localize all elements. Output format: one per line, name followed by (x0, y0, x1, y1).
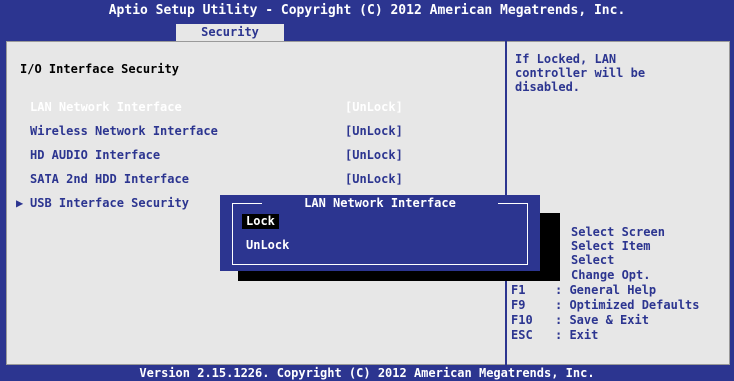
version-footer: Version 2.15.1226. Copyright (C) 2012 Am… (0, 365, 734, 381)
key-esc: ESC (511, 328, 533, 342)
option-lock[interactable]: Lock (242, 214, 279, 229)
key-f9: F9 (511, 298, 526, 312)
key-f1: F1 (511, 283, 526, 297)
help-line: controller will be (515, 66, 646, 80)
key-help-select-item: Select Item (571, 239, 651, 253)
popup-title: LAN Network Interface (262, 195, 498, 211)
key-f10: F10 (511, 313, 533, 327)
sata-2nd-hdd-interface-value[interactable]: [UnLock] (345, 172, 403, 187)
hd-audio-interface-value[interactable]: [UnLock] (345, 148, 403, 163)
wireless-interface-value[interactable]: [UnLock] (345, 124, 403, 139)
lan-interface-label[interactable]: LAN Network Interface (30, 100, 182, 115)
window-title: Aptio Setup Utility - Copyright (C) 2012… (108, 3, 626, 18)
key-help-select-screen: Select Screen (571, 225, 665, 239)
key-help-select: Select (571, 253, 615, 267)
help-line: If Locked, LAN (515, 52, 617, 66)
popup-border (232, 203, 528, 265)
submenu-arrow-icon: ▶ (16, 196, 24, 210)
lan-interface-value[interactable]: [UnLock] (345, 100, 403, 115)
key-help-exit: : Exit (555, 328, 599, 342)
popup-border-left-top (232, 203, 262, 204)
help-line: disabled. (515, 80, 581, 94)
section-title: I/O Interface Security (20, 62, 179, 76)
key-help-general-help: : General Help (555, 283, 657, 297)
sata-2nd-hdd-interface-label[interactable]: SATA 2nd HDD Interface (30, 172, 189, 187)
wireless-interface-label[interactable]: Wireless Network Interface (30, 124, 218, 139)
popup-border-right-top (498, 203, 528, 204)
tab-security[interactable]: Security (176, 24, 284, 41)
usb-interface-security-item[interactable]: USB Interface Security (30, 196, 189, 211)
option-unlock[interactable]: UnLock (242, 238, 293, 253)
key-help-optimized-defaults: : Optimized Defaults (555, 298, 700, 312)
key-help-change-opt: Change Opt. (571, 268, 651, 282)
help-description: If Locked, LAN controller will be disabl… (515, 52, 725, 94)
hd-audio-interface-label[interactable]: HD AUDIO Interface (30, 148, 160, 163)
key-help-save-exit: : Save & Exit (555, 313, 649, 327)
